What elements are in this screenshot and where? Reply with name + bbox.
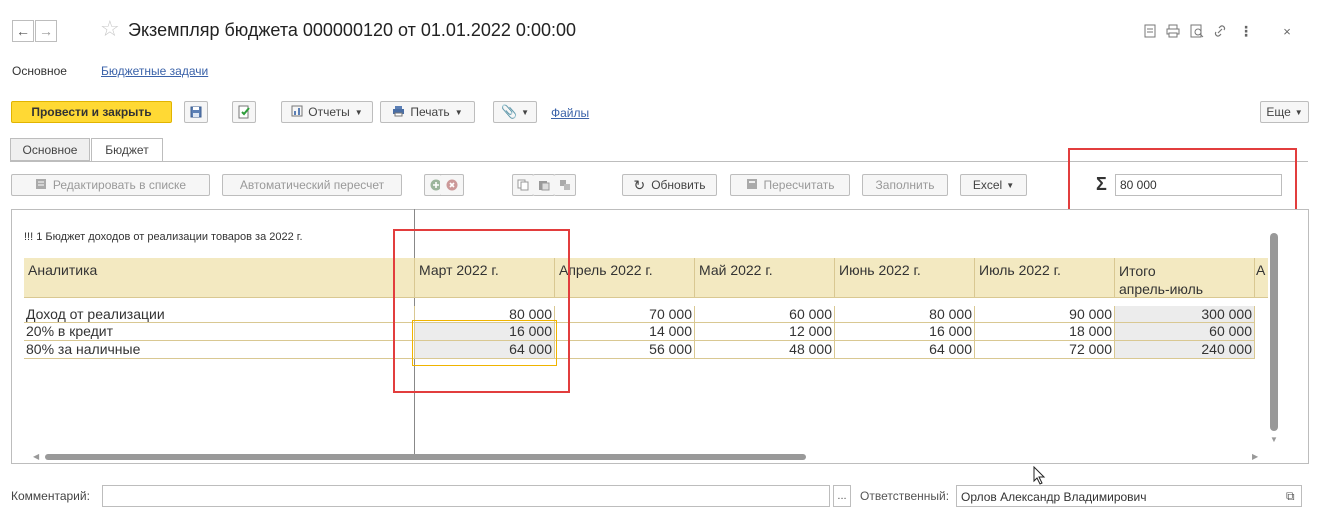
copy-special-button[interactable] xyxy=(554,174,576,196)
nav-main[interactable]: Основное xyxy=(12,64,67,78)
horizontal-scrollbar[interactable] xyxy=(45,454,806,460)
scroll-left-icon[interactable]: ◀ xyxy=(33,452,39,461)
comment-select-button[interactable]: ... xyxy=(833,485,851,507)
table-cell[interactable]: 12 000 xyxy=(695,323,835,341)
window-title: Экземпляр бюджета 000000120 от 01.01.202… xyxy=(128,20,576,40)
table-cell[interactable]: 72 000 xyxy=(975,341,1115,359)
back-button[interactable]: ← xyxy=(12,20,34,42)
total-cell[interactable]: 240 000 xyxy=(1115,341,1255,359)
responsible-label: Ответственный: xyxy=(860,489,950,503)
row-label: Доход от реализации xyxy=(24,306,415,323)
paperclip-icon: 📎 xyxy=(500,104,518,119)
header-total-line2: апрель-июль xyxy=(1119,281,1204,297)
open-icon[interactable]: ⧉ xyxy=(1286,489,1295,504)
table-cell[interactable]: 70 000 xyxy=(555,306,695,323)
table-cell[interactable]: 80 000 xyxy=(835,306,975,323)
cross-circle-icon xyxy=(446,179,457,191)
scroll-right-icon[interactable]: ▶ xyxy=(1252,452,1258,461)
copy-button[interactable] xyxy=(512,174,534,196)
fill-button[interactable]: Заполнить xyxy=(862,174,948,196)
table-cell[interactable]: 56 000 xyxy=(555,341,695,359)
header-july: Июль 2022 г. xyxy=(975,258,1115,298)
star-icon[interactable]: ☆ xyxy=(100,18,120,40)
chevron-down-icon: ▼ xyxy=(354,107,363,117)
table-cell[interactable]: 64 000 xyxy=(835,341,975,359)
table-cell[interactable]: 16 000 xyxy=(835,323,975,341)
row-label: 20% в кредит xyxy=(24,323,415,341)
header-may: Май 2022 г. xyxy=(695,258,835,298)
post-button[interactable] xyxy=(232,101,256,123)
attachment-button[interactable]: 📎 ▼ xyxy=(493,101,537,123)
header-next-cut: А xyxy=(1255,258,1268,298)
header-april: Апрель 2022 г. xyxy=(555,258,695,298)
print-icon xyxy=(392,105,405,120)
table-cell[interactable]: 18 000 xyxy=(975,323,1115,341)
reports-button[interactable]: Отчеты ▼ xyxy=(281,101,373,123)
header-total-line1: Итого xyxy=(1119,263,1156,279)
chevron-down-icon: ▼ xyxy=(1294,107,1303,117)
nav-budget-tasks-link[interactable]: Бюджетные задачи xyxy=(101,64,208,78)
table-cell[interactable]: 90 000 xyxy=(975,306,1115,323)
header-total: Итого апрель-июль xyxy=(1115,258,1255,298)
refresh-icon: ↻ xyxy=(633,176,646,193)
save-button[interactable] xyxy=(184,101,208,123)
auto-recalc-button[interactable]: Автоматический пересчет xyxy=(222,174,402,196)
print-label: Печать xyxy=(410,105,450,119)
excel-label: Excel xyxy=(972,178,1003,192)
vertical-scrollbar[interactable] xyxy=(1270,233,1278,431)
recalc-label: Пересчитать xyxy=(763,178,835,192)
delete-row-button[interactable] xyxy=(440,174,464,196)
link-icon[interactable] xyxy=(1210,22,1230,40)
tab-budget[interactable]: Бюджет xyxy=(91,138,163,162)
refresh-label: Обновить xyxy=(651,178,706,192)
comment-input[interactable] xyxy=(102,485,830,507)
table-cell[interactable]: 14 000 xyxy=(555,323,695,341)
table-cell[interactable]: 60 000 xyxy=(695,306,835,323)
row-label: 80% за наличные xyxy=(24,341,415,359)
back-arrow-icon: ← xyxy=(16,23,30,39)
chevron-down-icon: ▼ xyxy=(454,107,463,117)
tab-main[interactable]: Основное xyxy=(10,138,90,161)
mouse-cursor-icon xyxy=(1033,466,1046,485)
post-and-close-button[interactable]: Провести и закрыть xyxy=(11,101,172,123)
total-cell[interactable]: 60 000 xyxy=(1115,323,1255,341)
responsible-field[interactable]: Орлов Александр Владимирович xyxy=(956,485,1302,507)
forward-button[interactable]: → xyxy=(35,20,57,42)
refresh-button[interactable]: ↻ Обновить xyxy=(622,174,717,196)
header-june: Июнь 2022 г. xyxy=(835,258,975,298)
reports-label: Отчеты xyxy=(308,105,350,119)
excel-button[interactable]: Excel ▼ xyxy=(960,174,1027,196)
print-button[interactable]: Печать ▼ xyxy=(380,101,475,123)
paste-button[interactable] xyxy=(533,174,555,196)
chevron-down-icon: ▼ xyxy=(521,107,530,117)
save-icon xyxy=(190,106,202,118)
save-doc-icon[interactable] xyxy=(1140,22,1160,40)
header-analytics: Аналитика xyxy=(24,258,415,298)
post-doc-icon xyxy=(238,105,250,119)
comment-label: Комментарий: xyxy=(11,489,90,503)
edit-in-list-button[interactable]: Редактировать в списке xyxy=(11,174,210,196)
files-link[interactable]: Файлы xyxy=(551,106,589,120)
calculator-icon xyxy=(746,178,758,193)
print-icon[interactable] xyxy=(1163,22,1183,40)
forward-arrow-icon: → xyxy=(39,23,53,39)
report-title: !!! 1 Бюджет доходов от реализации товар… xyxy=(24,231,303,243)
edit-in-list-label: Редактировать в списке xyxy=(52,178,187,192)
reports-icon xyxy=(291,105,303,120)
chevron-down-icon: ▼ xyxy=(1006,180,1015,190)
highlight-box-march xyxy=(393,229,570,393)
paste-icon xyxy=(538,181,549,191)
more-icon[interactable]: ⋮ xyxy=(1236,22,1256,40)
more-button[interactable]: Еще ▼ xyxy=(1260,101,1309,123)
total-cell[interactable]: 300 000 xyxy=(1115,306,1255,323)
more-label: Еще xyxy=(1266,105,1291,119)
copy-icon xyxy=(517,179,529,191)
copy-special-icon xyxy=(559,180,570,190)
scroll-down-icon[interactable]: ▼ xyxy=(1270,435,1278,444)
table-cell[interactable]: 48 000 xyxy=(695,341,835,359)
recalc-button[interactable]: Пересчитать xyxy=(730,174,850,196)
preview-icon[interactable] xyxy=(1187,22,1207,40)
close-icon[interactable]: × xyxy=(1277,22,1297,40)
list-icon xyxy=(35,178,47,193)
